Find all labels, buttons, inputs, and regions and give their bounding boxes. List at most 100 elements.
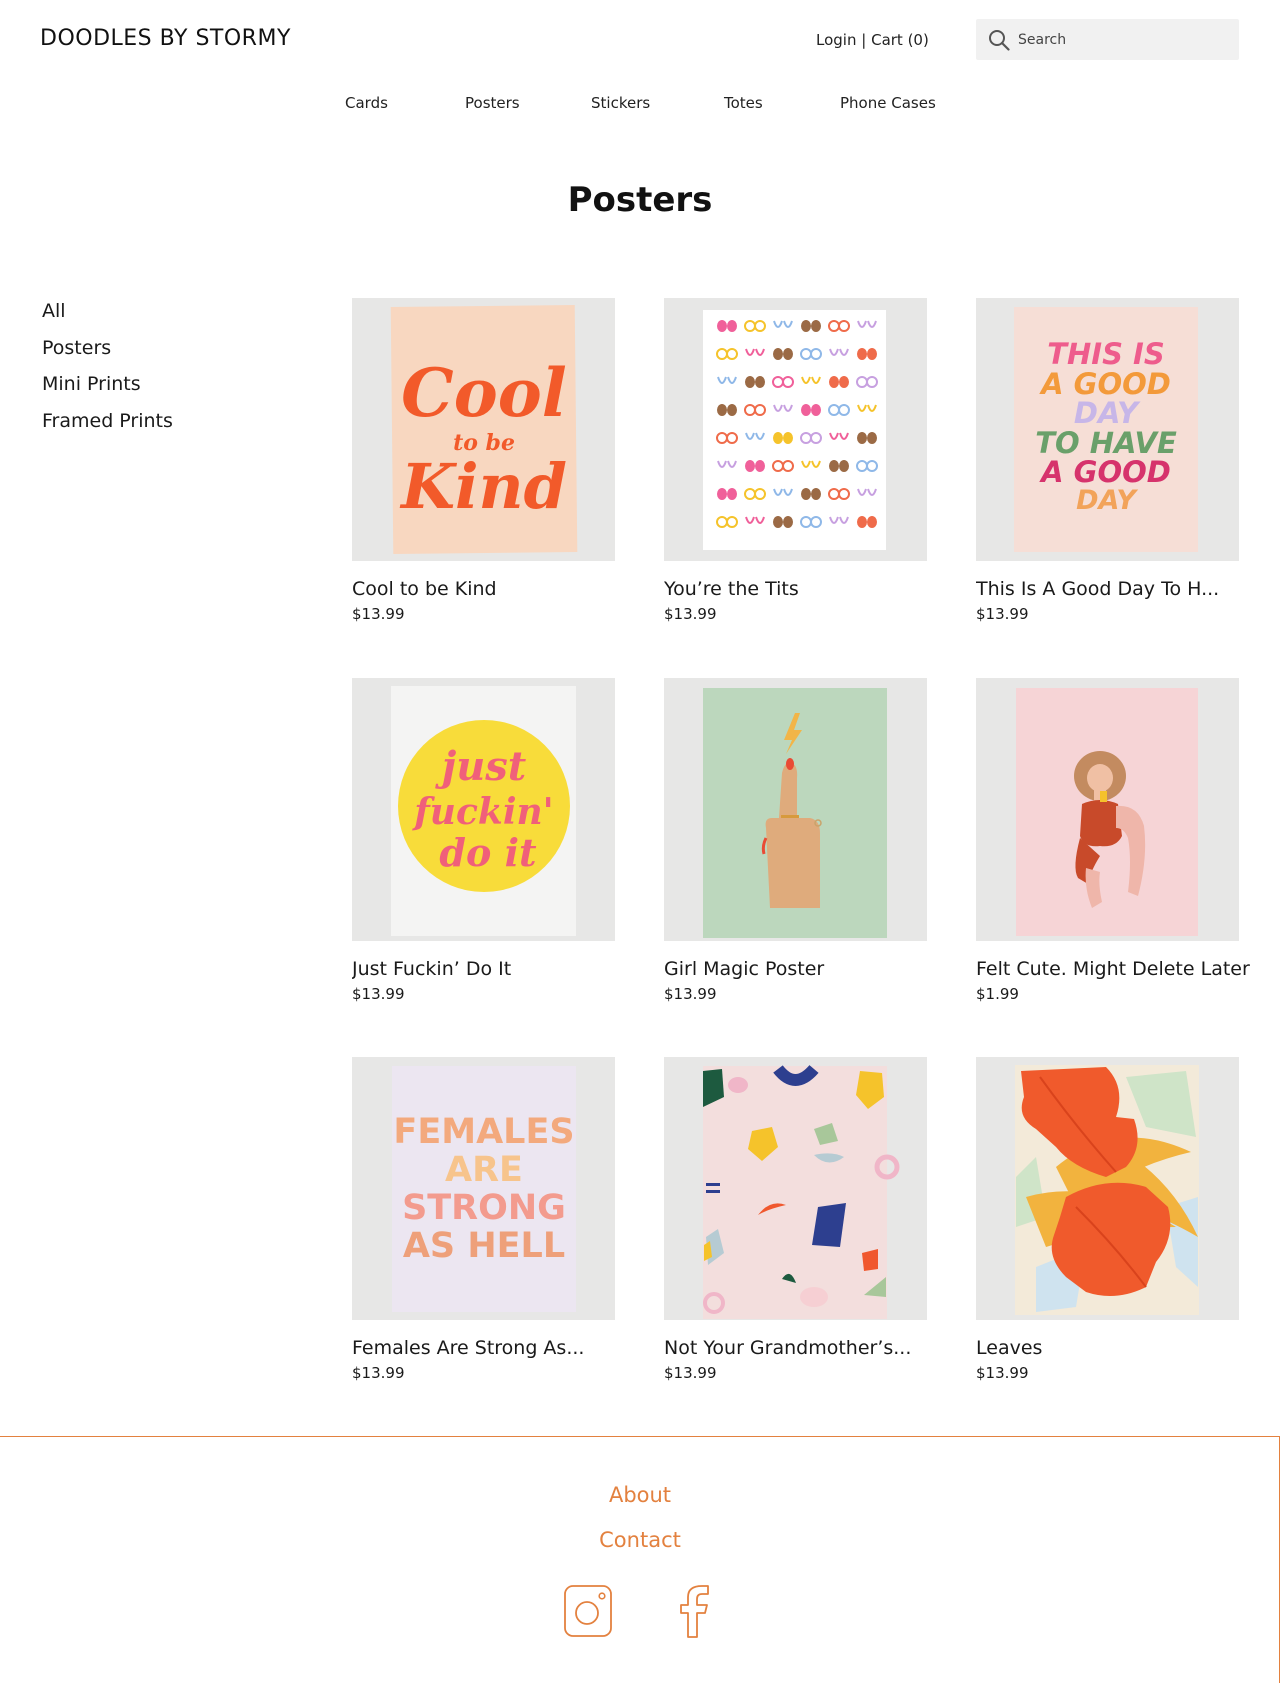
doodle-shape	[727, 404, 737, 416]
doodle-shape	[783, 348, 793, 360]
poster-artwork: just fuckin' do it	[391, 686, 576, 936]
poster-text: THIS IS	[1047, 337, 1165, 371]
nav-cards[interactable]: Cards	[345, 94, 388, 112]
footer-about-link[interactable]: About	[0, 1483, 1280, 1507]
doodle-shape	[717, 404, 727, 416]
doodle-shape	[867, 516, 877, 528]
doodle-shape	[829, 376, 839, 388]
cart-link[interactable]: Cart (0)	[871, 31, 929, 49]
doodle-shape	[727, 320, 737, 332]
product-image[interactable]	[664, 678, 927, 941]
search-icon	[989, 30, 1010, 51]
poster-artwork	[1015, 1065, 1199, 1315]
nav-posters[interactable]: Posters	[465, 94, 520, 112]
facebook-icon[interactable]	[670, 1583, 722, 1639]
poster-text: DAY	[1074, 396, 1141, 430]
category-sidebar: All Posters Mini Prints Framed Prints	[42, 298, 173, 444]
doodle-shape	[727, 488, 737, 500]
product-price: $1.99	[976, 985, 1019, 1003]
poster-text: DAY	[1076, 485, 1138, 516]
poster-text: just	[435, 743, 527, 790]
product-price: $13.99	[976, 1364, 1029, 1382]
search-input[interactable]	[1018, 19, 1233, 60]
poster-text: A GOOD	[1039, 455, 1171, 489]
sidebar-item-all[interactable]: All	[42, 298, 173, 335]
poster-text: FEMALES	[393, 1112, 574, 1152]
doodle-shape	[829, 460, 839, 472]
product-image[interactable]	[664, 1057, 927, 1320]
poster-artwork	[1016, 688, 1198, 936]
product-price: $13.99	[664, 1364, 717, 1382]
doodle-shape	[783, 516, 793, 528]
poster-artwork: FEMALES ARE STRONG AS HELL	[392, 1066, 576, 1312]
product-image[interactable]	[976, 1057, 1239, 1320]
product-name[interactable]: Not Your Grandmother’s...	[664, 1337, 954, 1359]
doodle-shape	[773, 432, 783, 444]
product-price: $13.99	[352, 605, 405, 623]
doodle-shape	[857, 516, 867, 528]
poster-artwork: Cool to be Kind	[390, 305, 578, 554]
doodle-shape	[811, 488, 821, 500]
site-header: DOODLES BY STORMY Login | Cart (0)	[0, 0, 1280, 80]
poster-text: STRONG	[402, 1188, 566, 1228]
doodle-shape	[839, 376, 849, 388]
poster-artwork	[703, 310, 886, 550]
sidebar-item-posters[interactable]: Posters	[42, 335, 173, 372]
site-footer: About Contact	[0, 1436, 1280, 1683]
main-nav: Cards Posters Stickers Totes Phone Cases	[0, 94, 1280, 116]
product-image[interactable]: FEMALES ARE STRONG AS HELL	[352, 1057, 615, 1320]
product-name[interactable]: Leaves	[976, 1337, 1266, 1359]
doodle-shape	[755, 460, 765, 472]
poster-artwork: THIS IS A GOOD DAY TO HAVE A GOOD DAY	[1014, 307, 1198, 552]
product-price: $13.99	[664, 985, 717, 1003]
doodle-shape	[773, 516, 783, 528]
doodle-shape	[811, 404, 821, 416]
login-link[interactable]: Login	[816, 31, 856, 49]
doodle-shape	[773, 348, 783, 360]
poster-text: Kind	[399, 450, 567, 523]
site-logo[interactable]: DOODLES BY STORMY	[40, 26, 291, 51]
doodle-shape	[745, 376, 755, 388]
doodle-shape	[745, 460, 755, 472]
product-price: $13.99	[976, 605, 1029, 623]
doodle-shape	[857, 432, 867, 444]
nav-phone-cases[interactable]: Phone Cases	[840, 94, 936, 112]
product-image[interactable]	[664, 298, 927, 561]
product-price: $13.99	[352, 985, 405, 1003]
poster-text: AS HELL	[403, 1226, 565, 1266]
doodle-shape	[717, 488, 727, 500]
poster-text: fuckin'	[411, 791, 553, 833]
product-name[interactable]: Just Fuckin’ Do It	[352, 958, 642, 980]
poster-artwork	[703, 688, 887, 938]
nav-stickers[interactable]: Stickers	[591, 94, 650, 112]
nav-totes[interactable]: Totes	[724, 94, 763, 112]
doodle-shape	[801, 488, 811, 500]
product-name[interactable]: This Is A Good Day To H...	[976, 578, 1266, 600]
doodle-shape	[801, 404, 811, 416]
instagram-icon[interactable]	[562, 1583, 614, 1639]
poster-text: ARE	[445, 1150, 523, 1190]
doodle-shape	[783, 432, 793, 444]
account-links: Login | Cart (0)	[816, 31, 929, 49]
footer-contact-link[interactable]: Contact	[0, 1528, 1280, 1552]
poster-text: do it	[439, 830, 537, 875]
product-name[interactable]: Girl Magic Poster	[664, 958, 954, 980]
search-box[interactable]	[976, 19, 1239, 60]
poster-text: Cool	[401, 354, 567, 432]
doodle-shape	[755, 376, 765, 388]
product-name[interactable]: You’re the Tits	[664, 578, 954, 600]
product-name[interactable]: Females Are Strong As...	[352, 1337, 642, 1359]
product-name[interactable]: Cool to be Kind	[352, 578, 642, 600]
product-name[interactable]: Felt Cute. Might Delete Later	[976, 958, 1266, 980]
poster-artwork	[703, 1064, 900, 1319]
sidebar-item-mini-prints[interactable]: Mini Prints	[42, 371, 173, 408]
product-image[interactable]	[976, 678, 1239, 941]
separator: |	[861, 31, 867, 49]
doodle-shape	[839, 460, 849, 472]
sidebar-item-framed-prints[interactable]: Framed Prints	[42, 408, 173, 445]
doodle-shape	[867, 432, 877, 444]
product-image[interactable]: Cool to be Kind	[352, 298, 615, 561]
product-image[interactable]: just fuckin' do it	[352, 678, 615, 941]
doodle-shape	[811, 320, 821, 332]
product-image[interactable]: THIS IS A GOOD DAY TO HAVE A GOOD DAY	[976, 298, 1239, 561]
